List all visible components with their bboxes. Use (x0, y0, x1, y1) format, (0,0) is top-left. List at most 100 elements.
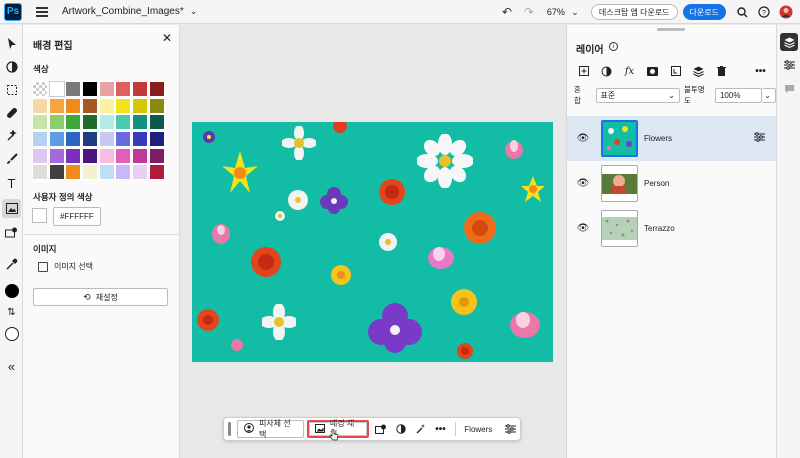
reset-button[interactable]: ⟲ 재설정 (33, 288, 168, 306)
type-tool-icon[interactable]: T (2, 174, 21, 193)
opacity-chevron-icon[interactable]: ⌄ (762, 87, 776, 103)
hex-color-input[interactable]: #FFFFFF (53, 207, 101, 226)
color-swatch[interactable] (32, 164, 48, 181)
close-icon[interactable]: ✕ (162, 31, 172, 45)
color-swatch[interactable] (48, 81, 65, 97)
fx-icon[interactable]: fx (618, 63, 641, 79)
help-icon[interactable]: ? (756, 4, 772, 20)
generative-fill-icon[interactable] (2, 126, 21, 145)
zoom-chevron-icon[interactable]: ⌄ (567, 4, 583, 20)
color-swatch[interactable] (82, 81, 99, 97)
color-swatch[interactable] (132, 81, 149, 97)
color-swatch[interactable] (148, 97, 165, 114)
color-swatch[interactable] (65, 114, 82, 131)
select-tool-icon[interactable] (2, 80, 21, 99)
info-icon[interactable]: i (609, 42, 618, 51)
color-swatch[interactable] (65, 164, 82, 181)
eye-icon[interactable]: 👁 (573, 133, 593, 144)
color-swatch[interactable] (65, 131, 82, 148)
desktop-app-download-button[interactable]: 데스크탑 앱 다운로드 (590, 4, 678, 20)
color-swatch[interactable] (48, 131, 65, 148)
color-swatch[interactable] (98, 81, 115, 97)
color-swatch[interactable] (32, 114, 48, 131)
color-swatch[interactable] (65, 97, 82, 114)
layer-row-terrazzo[interactable]: 👁 Terrazzo (567, 206, 777, 251)
color-swatch[interactable] (115, 81, 132, 97)
color-swatch[interactable] (82, 97, 99, 114)
color-swatch[interactable] (65, 147, 82, 164)
adjust-tool-icon[interactable] (2, 57, 21, 76)
more-icon[interactable]: ••• (749, 63, 772, 79)
quick-actions-icon[interactable] (2, 223, 21, 242)
color-swatch[interactable] (98, 97, 115, 114)
layer-properties-icon[interactable] (754, 132, 765, 145)
layer-row-flowers[interactable]: 👁 Flowers (567, 116, 777, 161)
mask-icon[interactable] (641, 63, 664, 79)
chevron-down-icon[interactable]: ⌄ (190, 6, 198, 17)
layer-stack-icon[interactable] (687, 63, 710, 79)
color-swatch[interactable] (148, 81, 165, 97)
custom-color-swatch[interactable] (32, 208, 47, 223)
color-swatch[interactable] (48, 147, 65, 164)
color-swatch[interactable] (65, 81, 82, 97)
photoshop-logo[interactable]: Ps (4, 2, 22, 21)
brush-tool-icon[interactable] (2, 149, 21, 168)
color-swatch[interactable] (48, 164, 65, 181)
color-swatch[interactable] (115, 164, 132, 181)
color-swatch[interactable] (82, 131, 99, 148)
color-swatch[interactable] (132, 147, 149, 164)
color-swatch[interactable] (115, 131, 132, 148)
swap-colors-icon[interactable]: ⇅ (2, 303, 21, 322)
color-swatch[interactable] (48, 97, 65, 114)
document-title[interactable]: Artwork_Combine_Images* (62, 6, 184, 17)
color-swatch[interactable] (48, 114, 65, 131)
eye-icon[interactable]: 👁 (573, 178, 593, 189)
delete-icon[interactable] (710, 63, 733, 79)
color-swatch[interactable] (132, 131, 149, 148)
collapse-toolbar-icon[interactable]: « (2, 357, 21, 376)
comments-icon[interactable] (780, 80, 798, 98)
blend-mode-select[interactable]: 표준 ⌄ (595, 87, 680, 103)
search-icon[interactable] (734, 4, 750, 20)
undo-icon[interactable]: ↶ (499, 4, 515, 20)
color-swatch[interactable] (115, 97, 132, 114)
color-swatch[interactable] (82, 147, 99, 164)
clip-layer-icon[interactable] (664, 63, 687, 79)
color-swatch[interactable] (32, 81, 48, 97)
panel-drag-handle[interactable] (657, 28, 685, 31)
avatar[interactable] (778, 4, 794, 20)
color-swatch[interactable] (115, 114, 132, 131)
artboard[interactable] (192, 122, 553, 362)
foreground-color-swatch[interactable] (2, 281, 21, 300)
generative-icon[interactable] (413, 421, 429, 437)
color-swatch[interactable] (98, 114, 115, 131)
color-swatch[interactable] (32, 97, 48, 114)
color-swatch[interactable] (98, 164, 115, 181)
eye-icon[interactable]: 👁 (573, 223, 593, 234)
color-swatch[interactable] (132, 97, 149, 114)
color-swatch[interactable] (82, 114, 99, 131)
color-swatch[interactable] (82, 164, 99, 181)
redo-icon[interactable]: ↷ (521, 4, 537, 20)
move-tool-icon[interactable] (2, 34, 21, 53)
color-swatch[interactable] (132, 164, 149, 181)
background-edit-tool-icon[interactable] (2, 199, 21, 218)
heal-tool-icon[interactable] (2, 103, 21, 122)
color-swatch[interactable] (148, 164, 165, 181)
zoom-level[interactable]: 67% (547, 7, 565, 17)
quick-actions-icon[interactable] (374, 421, 390, 437)
color-swatch[interactable] (148, 131, 165, 148)
color-swatch[interactable] (148, 147, 165, 164)
opacity-input[interactable]: 100% (714, 87, 763, 103)
color-swatch[interactable] (148, 114, 165, 131)
eyedropper-icon[interactable] (2, 254, 21, 273)
background-color-swatch[interactable] (2, 324, 21, 343)
properties-icon[interactable] (502, 421, 518, 437)
menu-icon[interactable] (36, 6, 48, 17)
drag-handle[interactable] (228, 422, 231, 436)
color-swatch[interactable] (132, 114, 149, 131)
select-subject-button[interactable]: 피사체 선택 (236, 419, 304, 439)
color-swatch[interactable] (115, 147, 132, 164)
color-swatch[interactable] (98, 147, 115, 164)
download-button[interactable]: 다운로드 (682, 4, 726, 20)
